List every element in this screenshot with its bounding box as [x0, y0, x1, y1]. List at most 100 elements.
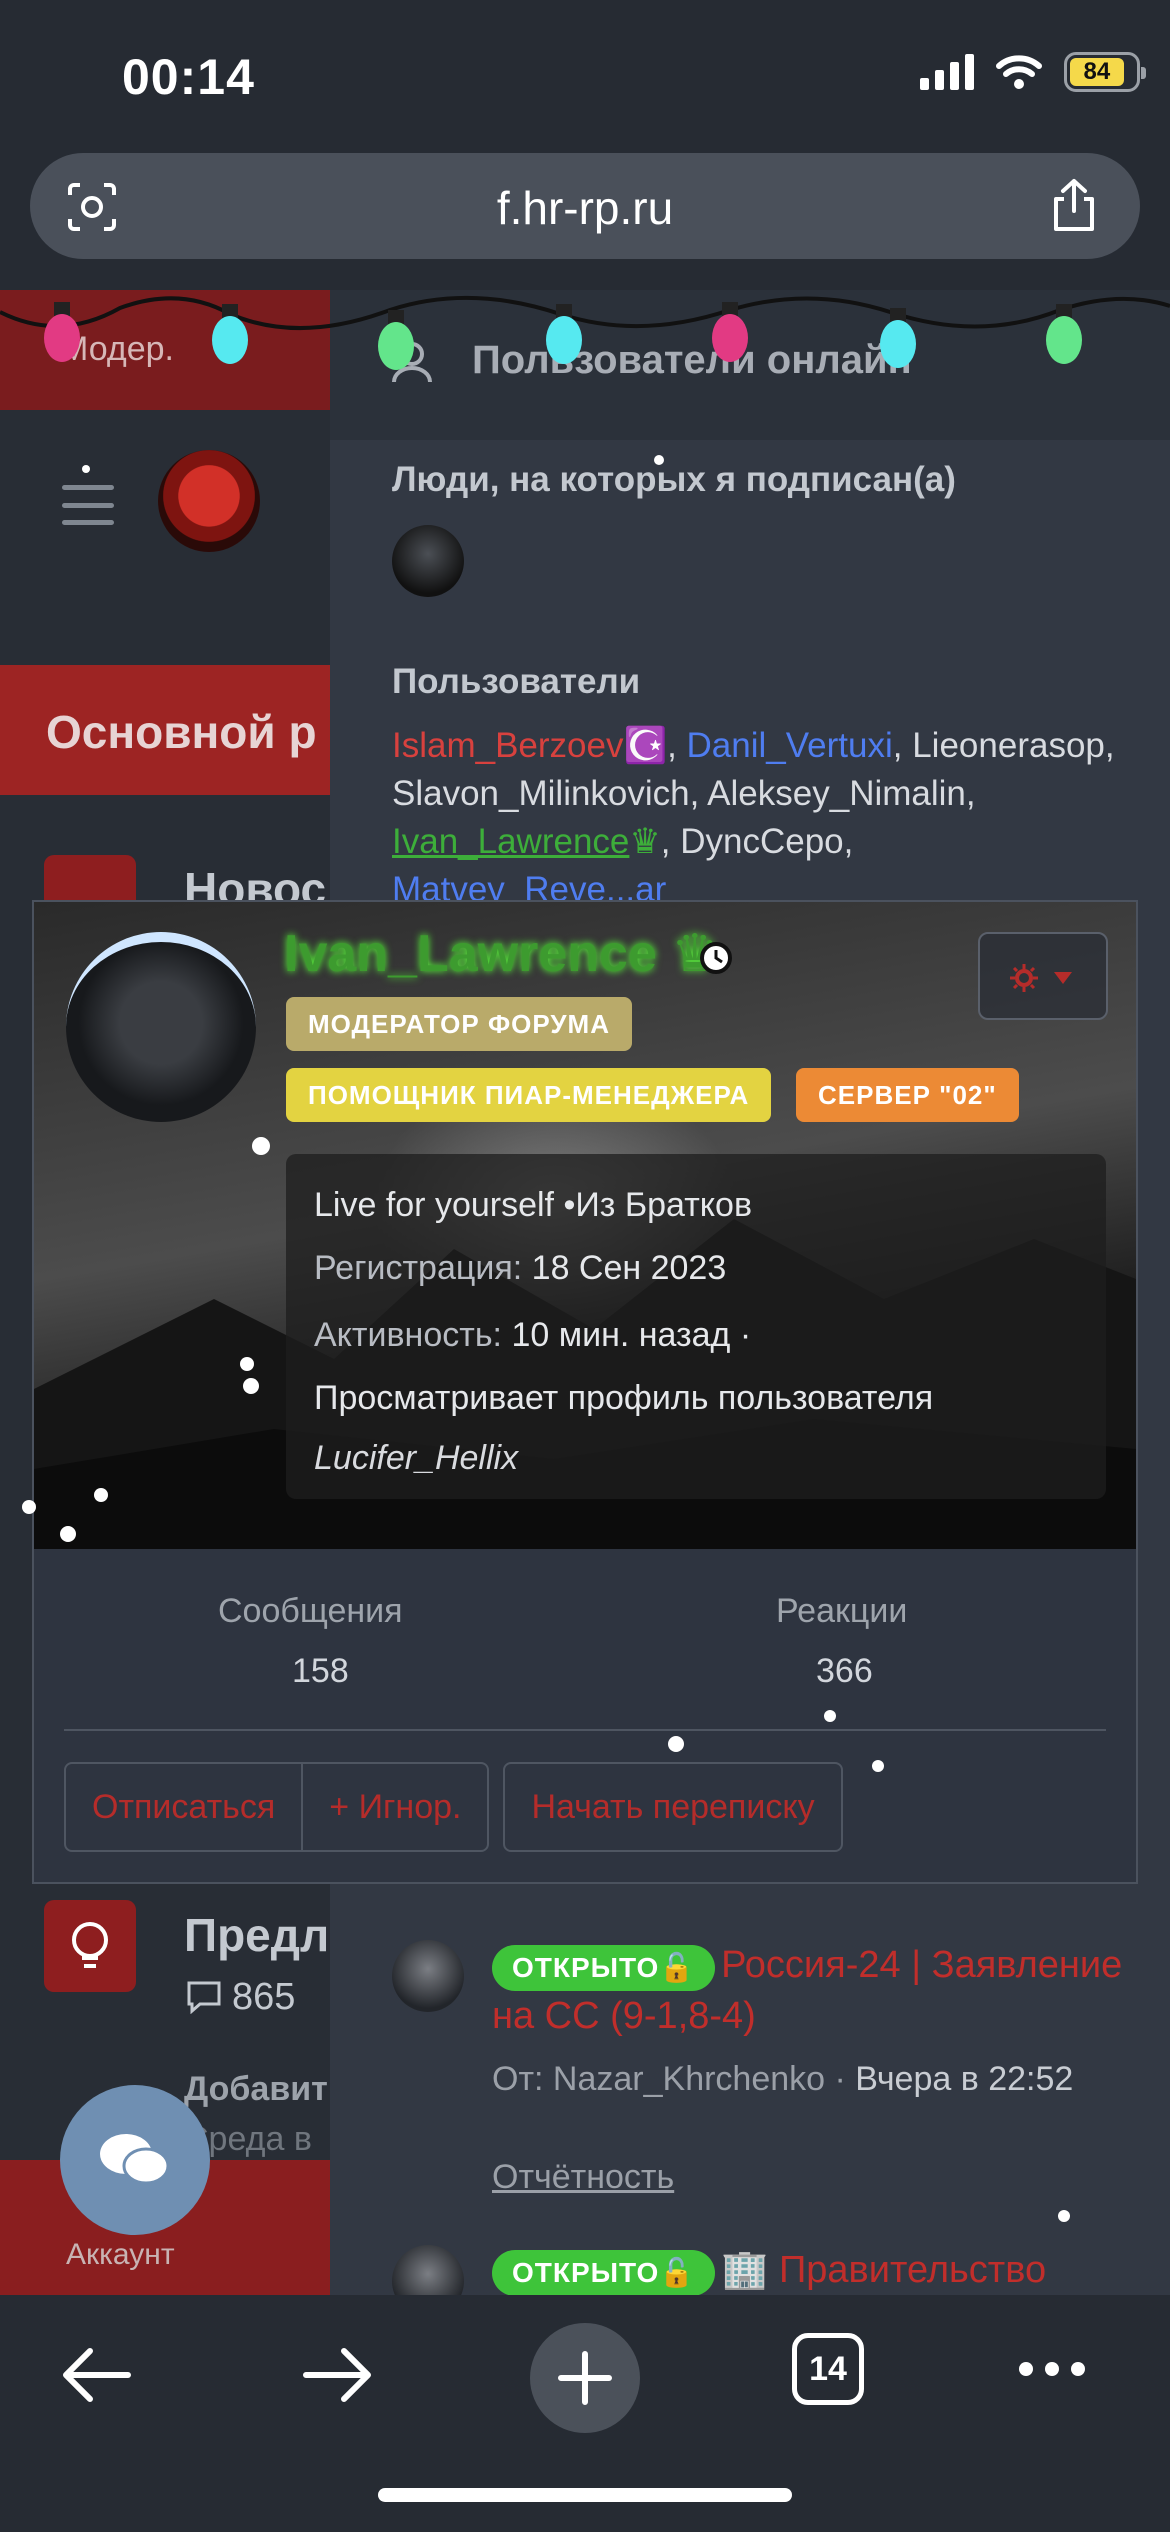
- thread-category[interactable]: Отчётность: [492, 2158, 674, 2197]
- profile-username[interactable]: Ivan_Lawrence ♛: [284, 924, 718, 984]
- unfollow-button[interactable]: Отписаться: [66, 1764, 301, 1850]
- snowflake: [252, 1137, 270, 1155]
- settings-menu-button[interactable]: [978, 932, 1108, 1020]
- thread-date: Вчера в 22:52: [855, 2060, 1074, 2098]
- messages-value[interactable]: 158: [292, 1652, 349, 1691]
- section-title: Основной р: [46, 706, 317, 758]
- snowflake: [94, 1488, 108, 1502]
- viewing-user[interactable]: Lucifer_Hellix: [314, 1439, 518, 1478]
- site-logo[interactable]: [158, 450, 260, 552]
- user-link[interactable]: Ivan_Lawrence: [392, 822, 629, 861]
- thread-meta: От: Nazar_Khrchenko · Вчера в 22:52: [492, 2055, 1073, 2103]
- snowflake: [60, 1526, 76, 1542]
- chat-button[interactable]: [60, 2085, 210, 2235]
- wifi-icon: [996, 55, 1042, 89]
- users-title: Пользователи: [392, 662, 641, 701]
- profile-avatar[interactable]: [66, 932, 256, 1122]
- reactions-value[interactable]: 366: [816, 1652, 873, 1691]
- snowflake: [824, 1710, 836, 1722]
- messages-label: Сообщения: [218, 1592, 403, 1630]
- sidebar-item-count: 865: [232, 1976, 296, 2018]
- user-link[interactable]: Islam_Berzoev: [392, 726, 623, 765]
- user-link[interactable]: DyncCepo: [680, 822, 843, 861]
- thread-author[interactable]: От: Nazar_Khrchenko ·: [492, 2060, 846, 2098]
- snowflake: [22, 1500, 36, 1514]
- tabs-button[interactable]: 14: [792, 2333, 864, 2405]
- viewing-text: Просматривает профиль пользователя: [314, 1379, 934, 1417]
- user-badge: ☪️: [623, 726, 668, 765]
- snowflake: [654, 455, 664, 465]
- section-header: Основной р: [0, 665, 330, 795]
- follow-button-group: Отписаться + Игнор.: [64, 1762, 490, 1852]
- avatar[interactable]: [392, 1940, 464, 2012]
- snowflake: [872, 1760, 884, 1772]
- plus-icon: [558, 2351, 612, 2405]
- address-bar[interactable]: f.hr-rp.ru: [30, 153, 1140, 259]
- new-tab-button[interactable]: [530, 2323, 640, 2433]
- role-badge-pr-helper: ПОМОЩНИК ПИАР-МЕНЕДЖЕРА: [286, 1068, 772, 1122]
- sidebar-item-suggestions[interactable]: Предл: [184, 1908, 329, 1962]
- online-users-list: Islam_Berzoev☪️, Danil_Vertuxi, Lieonera…: [392, 726, 1115, 909]
- status-icons: 84: [920, 52, 1146, 92]
- gear-icon: [1010, 964, 1038, 992]
- thread-title-text[interactable]: 🏢 Правительство: [721, 2249, 1046, 2291]
- snowflake: [668, 1736, 684, 1752]
- users-icon: [392, 342, 432, 383]
- profile-info: Live for yourself •Из Братков Регистраци…: [286, 1154, 1106, 1499]
- moderator-menu[interactable]: Модер.: [0, 290, 330, 410]
- ignore-button[interactable]: + Игнор.: [301, 1764, 487, 1850]
- chevron-down-icon: [1054, 972, 1072, 984]
- snowflake: [1058, 2210, 1070, 2222]
- registration-line: Регистрация: 18 Сен 2023: [314, 1249, 726, 1288]
- share-icon[interactable]: [1048, 177, 1100, 233]
- profile-status: Live for yourself •Из Братков: [314, 1186, 752, 1225]
- user-link[interactable]: Lieonerasop: [912, 726, 1105, 765]
- thread-title[interactable]: ОТКРЫТО🔓 Россия-24 | Заявление на СС (9-1…: [492, 1940, 1152, 2041]
- reactions-label: Реакции: [776, 1592, 908, 1630]
- clock: 00:14: [122, 49, 255, 105]
- activity-label: Активность:: [314, 1316, 502, 1354]
- activity-value: 10 мин. назад ·: [511, 1316, 752, 1354]
- snowflake: [82, 465, 90, 473]
- crown-icon: ♛: [629, 822, 661, 861]
- sidebar-latest-title[interactable]: Добавит: [184, 2070, 328, 2109]
- online-users-title: Пользователи онлайн: [472, 338, 912, 382]
- home-indicator[interactable]: [378, 2488, 792, 2502]
- followed-title: Люди, на которых я подписан(а): [392, 460, 956, 499]
- profile-actions: Отписаться + Игнор. Начать переписку: [64, 1762, 843, 1852]
- forward-arrow-icon[interactable]: [302, 2343, 376, 2407]
- online-users-header: Пользователи онлайн: [330, 290, 1170, 440]
- registration-value: 18 Сен 2023: [531, 1249, 727, 1287]
- status-badge: ОТКРЫТО🔓: [492, 1945, 716, 1991]
- history-icon: [700, 942, 732, 974]
- moderator-menu-label[interactable]: Модер.: [60, 330, 174, 369]
- activity-line: Активность: 10 мин. назад ·: [314, 1316, 751, 1355]
- account-label[interactable]: Аккаунт: [66, 2238, 175, 2272]
- status-text: Live for yourself: [314, 1186, 554, 1224]
- start-conversation-button[interactable]: Начать переписку: [503, 1762, 843, 1852]
- cellular-signal-icon: [920, 54, 974, 90]
- lightbulb-icon: [44, 1900, 136, 1992]
- role-badge-server: СЕРВЕР "02": [796, 1068, 1019, 1122]
- snowflake: [243, 1378, 259, 1394]
- from-text: •Из Братков: [563, 1186, 753, 1224]
- user-link[interactable]: Aleksey_Nimalin: [707, 774, 966, 813]
- user-link[interactable]: Danil_Vertuxi: [687, 726, 893, 765]
- thread-title[interactable]: ОТКРЫТО🔓 🏢 Правительство: [492, 2245, 1046, 2295]
- avatar[interactable]: [392, 2245, 464, 2295]
- registration-label: Регистрация:: [314, 1249, 523, 1287]
- status-bar: 00:14 84: [0, 0, 1170, 150]
- comment-icon: [187, 1981, 221, 2014]
- role-badge-moderator: МОДЕРАТОР ФОРУМА: [286, 997, 632, 1051]
- menu-icon[interactable]: [62, 485, 114, 525]
- user-link[interactable]: Slavon_Milinkovich: [392, 774, 690, 813]
- snowflake: [240, 1357, 254, 1371]
- battery-level: 84: [1070, 58, 1124, 86]
- back-arrow-icon[interactable]: [58, 2343, 132, 2407]
- url-text[interactable]: f.hr-rp.ru: [30, 181, 1140, 235]
- profile-username-text[interactable]: Ivan_Lawrence: [284, 925, 657, 983]
- divider: [64, 1729, 1106, 1731]
- status-badge: ОТКРЫТО🔓: [492, 2250, 716, 2295]
- avatar[interactable]: [392, 525, 464, 597]
- more-icon[interactable]: [1016, 2357, 1088, 2381]
